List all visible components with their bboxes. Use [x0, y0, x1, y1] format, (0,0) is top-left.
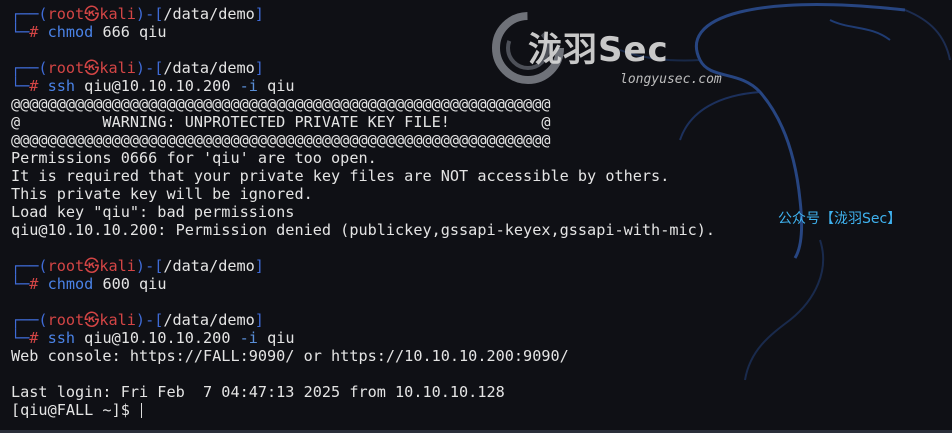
- output-line: @ WARNING: UNPROTECTED PRIVATE KEY FILE!…: [11, 113, 551, 131]
- command-line: └─# ssh qiu@10.10.10.200 -i qiu: [11, 77, 295, 95]
- output-line: Last login: Fri Feb 7 04:47:13 2025 from…: [11, 383, 505, 401]
- prompt-host: kali: [99, 311, 136, 329]
- prompt-line: ┌──(root㉿kali)-[/data/demo]: [11, 257, 264, 275]
- side-watermark: 公众号【泷羽Sec】: [778, 211, 902, 227]
- command-line: └─# chmod 666 qiu: [11, 23, 167, 41]
- prompt-host: kali: [99, 5, 136, 23]
- command-args: 600 qiu: [93, 275, 167, 293]
- command-line: └─# chmod 600 qiu: [11, 275, 167, 293]
- prompt-host: kali: [99, 59, 136, 77]
- prompt-path: /data/demo: [163, 5, 255, 23]
- command-flag: -i: [239, 77, 258, 95]
- prompt-line: ┌──(root㉿kali)-[/data/demo]: [11, 5, 264, 23]
- prompt-line: ┌──(root㉿kali)-[/data/demo]: [11, 59, 264, 77]
- prompt-host: kali: [99, 257, 136, 275]
- prompt-separator: ㉿: [84, 311, 100, 329]
- prompt-user: root: [47, 257, 85, 275]
- command-line: └─# ssh qiu@10.10.10.200 -i qiu: [11, 329, 295, 347]
- terminal-output[interactable]: ┌──(root㉿kali)-[/data/demo] └─# chmod 66…: [11, 5, 715, 419]
- command-name: ssh: [47, 329, 76, 347]
- prompt-path: /data/demo: [163, 257, 255, 275]
- prompt-line: ┌──(root㉿kali)-[/data/demo]: [11, 311, 264, 329]
- output-line: This private key will be ignored.: [11, 185, 313, 203]
- output-line: @@@@@@@@@@@@@@@@@@@@@@@@@@@@@@@@@@@@@@@@…: [11, 95, 551, 113]
- prompt-separator: ㉿: [84, 59, 100, 77]
- output-line: It is required that your private key fil…: [11, 167, 670, 185]
- prompt-user: root: [47, 311, 85, 329]
- output-line: @@@@@@@@@@@@@@@@@@@@@@@@@@@@@@@@@@@@@@@@…: [11, 131, 551, 149]
- command-flag: -i: [239, 329, 258, 347]
- output-line: qiu@10.10.10.200: Permission denied (pub…: [11, 221, 716, 239]
- command-args: 666 qiu: [93, 23, 167, 41]
- command-name: chmod: [47, 23, 94, 41]
- prompt-separator: ㉿: [84, 257, 100, 275]
- command-flag-value: qiu: [257, 329, 295, 347]
- command-name: ssh: [47, 77, 76, 95]
- output-line: Load key "qiu": bad permissions: [11, 203, 295, 221]
- text-cursor: [141, 403, 143, 418]
- shell-prompt-line[interactable]: [qiu@FALL ~]$: [11, 401, 715, 419]
- command-flag-value: qiu: [257, 77, 295, 95]
- prompt-path: /data/demo: [163, 311, 255, 329]
- command-args: qiu@10.10.10.200: [75, 77, 240, 95]
- command-name: chmod: [47, 275, 94, 293]
- prompt-user: root: [47, 5, 85, 23]
- output-line: Permissions 0666 for 'qiu' are too open.: [11, 149, 377, 167]
- output-line: Web console: https://FALL:9090/ or https…: [11, 347, 569, 365]
- prompt-user: root: [47, 59, 85, 77]
- shell-prompt: [qiu@FALL ~]$: [11, 401, 140, 419]
- command-args: qiu@10.10.10.200: [75, 329, 240, 347]
- prompt-path: /data/demo: [163, 59, 255, 77]
- prompt-separator: ㉿: [84, 5, 100, 23]
